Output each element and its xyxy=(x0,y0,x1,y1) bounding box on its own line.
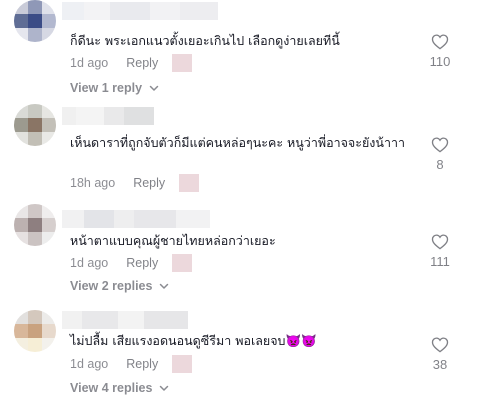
avatar-pixel xyxy=(28,338,42,352)
view-replies-label: View 4 replies xyxy=(70,381,153,395)
avatar-pixel xyxy=(28,204,42,218)
avatar-pixel xyxy=(42,324,56,338)
comment-meta: 1d ago Reply xyxy=(70,254,193,272)
avatar-pixel xyxy=(14,118,28,132)
avatar-pixel xyxy=(28,324,42,338)
avatar-pixel xyxy=(14,232,28,246)
blurred-element xyxy=(172,355,193,373)
avatar-pixel xyxy=(42,218,56,232)
comment-time: 1d ago xyxy=(70,357,109,371)
blurred-element xyxy=(172,254,193,272)
avatar-pixel xyxy=(42,232,56,246)
avatar-pixel xyxy=(14,14,28,28)
avatar-pixel xyxy=(14,324,28,338)
like-button[interactable]: 8 xyxy=(423,136,457,172)
comment-meta: 1d ago Reply xyxy=(70,355,193,373)
chevron-down-icon xyxy=(149,85,159,91)
avatar[interactable] xyxy=(14,0,56,42)
avatar-pixel xyxy=(28,232,42,246)
like-count: 8 xyxy=(436,157,444,172)
like-button[interactable]: 38 xyxy=(423,336,457,372)
avatar-pixel xyxy=(14,0,28,14)
comment-text: เห็นดาราที่ถูกจับตัวก็มีแต่คนหล่อๆนะคะ ห… xyxy=(70,135,405,150)
blurred-element xyxy=(172,54,193,72)
avatar-pixel xyxy=(42,104,56,118)
chevron-down-icon xyxy=(160,385,169,391)
avatar-pixel xyxy=(42,310,56,324)
like-button[interactable]: 110 xyxy=(423,33,457,69)
heart-outline-icon[interactable] xyxy=(431,336,449,353)
reply-button[interactable]: Reply xyxy=(126,256,158,270)
comment-item: ไม่ปลื้ม เสียแรงอดนอนดูซีรีมา พอเลยจบ👿👿 … xyxy=(0,300,483,407)
avatar-pixel xyxy=(14,104,28,118)
view-replies-button[interactable]: View 4 replies xyxy=(70,379,170,397)
like-button[interactable]: 111 xyxy=(423,233,457,269)
comment-time: 1d ago xyxy=(70,56,109,70)
avatar-pixel xyxy=(14,28,28,42)
avatar-pixel xyxy=(14,132,28,146)
comment-item: หน้าตาแบบคุณผู้ชายไทยหล่อกว่าเยอะ 1d ago… xyxy=(0,200,483,300)
avatar-pixel xyxy=(28,218,42,232)
avatar-pixel xyxy=(42,0,56,14)
avatar-pixel xyxy=(28,310,42,324)
avatar-pixel xyxy=(14,310,28,324)
view-replies-label: View 1 reply xyxy=(70,81,143,95)
comment-meta: 1d ago Reply xyxy=(70,54,193,72)
like-count: 111 xyxy=(430,254,450,269)
like-count: 38 xyxy=(432,357,448,372)
avatar-pixel xyxy=(42,338,56,352)
avatar-pixel xyxy=(14,218,28,232)
avatar-pixel xyxy=(14,204,28,218)
reply-button[interactable]: Reply xyxy=(126,357,158,371)
chevron-down-icon xyxy=(160,283,169,289)
reply-button[interactable]: Reply xyxy=(133,176,165,190)
avatar-pixel xyxy=(42,28,56,42)
username-blurred[interactable] xyxy=(62,311,188,329)
avatar-pixel xyxy=(28,104,42,118)
avatar-pixel xyxy=(28,118,42,132)
avatar-pixel xyxy=(42,14,56,28)
avatar-pixel xyxy=(42,118,56,132)
heart-outline-icon[interactable] xyxy=(431,136,449,153)
avatar[interactable] xyxy=(14,310,56,352)
heart-outline-icon[interactable] xyxy=(431,33,449,50)
view-replies-button[interactable]: View 1 reply xyxy=(70,79,160,97)
avatar-pixel xyxy=(28,28,42,42)
comment-text: ก็ดีนะ พระเอกแนวตั้งเยอะเกินไป เลือกดูง่… xyxy=(70,33,340,48)
avatar-pixel xyxy=(42,204,56,218)
avatar-pixel xyxy=(28,132,42,146)
comment-item: ก็ดีนะ พระเอกแนวตั้งเยอะเกินไป เลือกดูง่… xyxy=(0,0,483,100)
heart-outline-icon[interactable] xyxy=(431,233,449,250)
like-count: 110 xyxy=(429,54,451,69)
avatar-pixel xyxy=(28,14,42,28)
comment-time: 18h ago xyxy=(70,176,116,190)
view-replies-button[interactable]: View 2 replies xyxy=(70,277,170,295)
username-blurred[interactable] xyxy=(62,210,210,228)
comment-item: เห็นดาราที่ถูกจับตัวก็มีแต่คนหล่อๆนะคะ ห… xyxy=(0,100,483,200)
blurred-element xyxy=(179,174,200,192)
comment-meta: 18h ago Reply xyxy=(70,174,200,192)
username-blurred[interactable] xyxy=(62,107,154,125)
avatar[interactable] xyxy=(14,104,56,146)
avatar-pixel xyxy=(42,132,56,146)
comment-text: หน้าตาแบบคุณผู้ชายไทยหล่อกว่าเยอะ xyxy=(70,233,276,248)
avatar-pixel xyxy=(14,338,28,352)
view-replies-label: View 2 replies xyxy=(70,279,153,293)
reply-button[interactable]: Reply xyxy=(126,56,158,70)
avatar[interactable] xyxy=(14,204,56,246)
comment-text: ไม่ปลื้ม เสียแรงอดนอนดูซีรีมา พอเลยจบ👿👿 xyxy=(70,333,317,348)
username-blurred[interactable] xyxy=(62,2,218,20)
avatar-pixel xyxy=(28,0,42,14)
comment-time: 1d ago xyxy=(70,256,109,270)
